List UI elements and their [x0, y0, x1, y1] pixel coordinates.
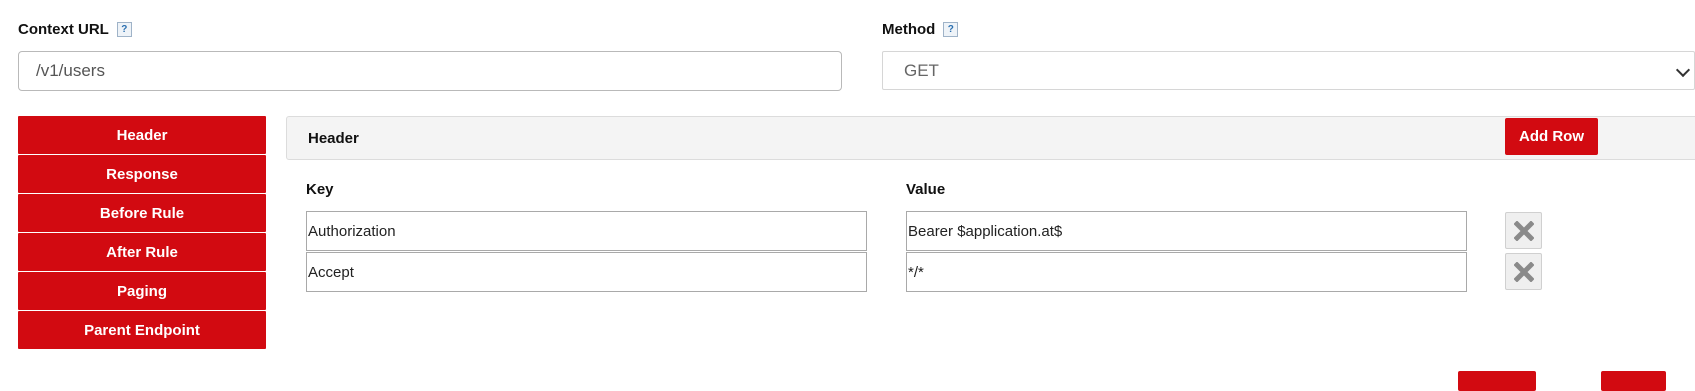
- key-input[interactable]: Accept: [306, 252, 867, 292]
- panel-title: Header: [308, 130, 359, 147]
- method-selected-value: GET: [904, 60, 939, 80]
- value-input[interactable]: Bearer $application.at$: [906, 211, 1467, 251]
- header-panel-bar: Header: [286, 116, 1695, 160]
- value-value: */*: [908, 263, 924, 281]
- side-nav-paging[interactable]: Paging: [18, 272, 266, 310]
- value-input[interactable]: */*: [906, 252, 1467, 292]
- help-icon[interactable]: ?: [116, 22, 132, 37]
- side-nav-label: Header: [116, 126, 168, 144]
- value-value: Bearer $application.at$: [908, 222, 1063, 240]
- key-value: Accept: [308, 263, 354, 281]
- side-nav-before-rule[interactable]: Before Rule: [18, 194, 266, 232]
- delete-row-button[interactable]: [1505, 212, 1542, 249]
- side-nav-after-rule[interactable]: After Rule: [18, 233, 266, 271]
- context-url-label: Context URL ?: [18, 21, 132, 38]
- key-input[interactable]: Authorization: [306, 211, 867, 251]
- help-icon[interactable]: ?: [943, 22, 959, 37]
- side-nav-label: Parent Endpoint: [84, 321, 200, 339]
- method-select[interactable]: GET: [882, 51, 1695, 90]
- side-nav-header[interactable]: Header: [18, 116, 266, 154]
- side-nav-label: After Rule: [106, 243, 178, 261]
- footer-action-button[interactable]: [1601, 371, 1666, 391]
- side-nav-label: Response: [106, 165, 178, 183]
- side-nav: Header Response Before Rule After Rule P…: [18, 116, 266, 350]
- close-icon: [1513, 261, 1534, 282]
- side-nav-label: Before Rule: [99, 204, 185, 222]
- add-row-button[interactable]: Add Row: [1505, 118, 1598, 155]
- side-nav-parent-endpoint[interactable]: Parent Endpoint: [18, 311, 266, 349]
- value-column-header: Value: [906, 181, 946, 198]
- method-label: Method ?: [882, 21, 959, 38]
- footer-action-button[interactable]: [1458, 371, 1536, 391]
- context-url-input[interactable]: /v1/users: [18, 51, 842, 91]
- key-column-header: Key: [306, 181, 334, 198]
- key-value: Authorization: [308, 222, 396, 240]
- close-icon: [1513, 220, 1534, 241]
- method-label-text: Method: [882, 21, 936, 38]
- side-nav-label: Paging: [116, 282, 167, 300]
- context-url-value: /v1/users: [36, 61, 105, 80]
- add-row-label: Add Row: [1519, 128, 1584, 145]
- chevron-down-icon: [1675, 62, 1691, 77]
- delete-row-button[interactable]: [1505, 253, 1542, 290]
- side-nav-response[interactable]: Response: [18, 155, 266, 193]
- context-url-label-text: Context URL: [18, 21, 109, 38]
